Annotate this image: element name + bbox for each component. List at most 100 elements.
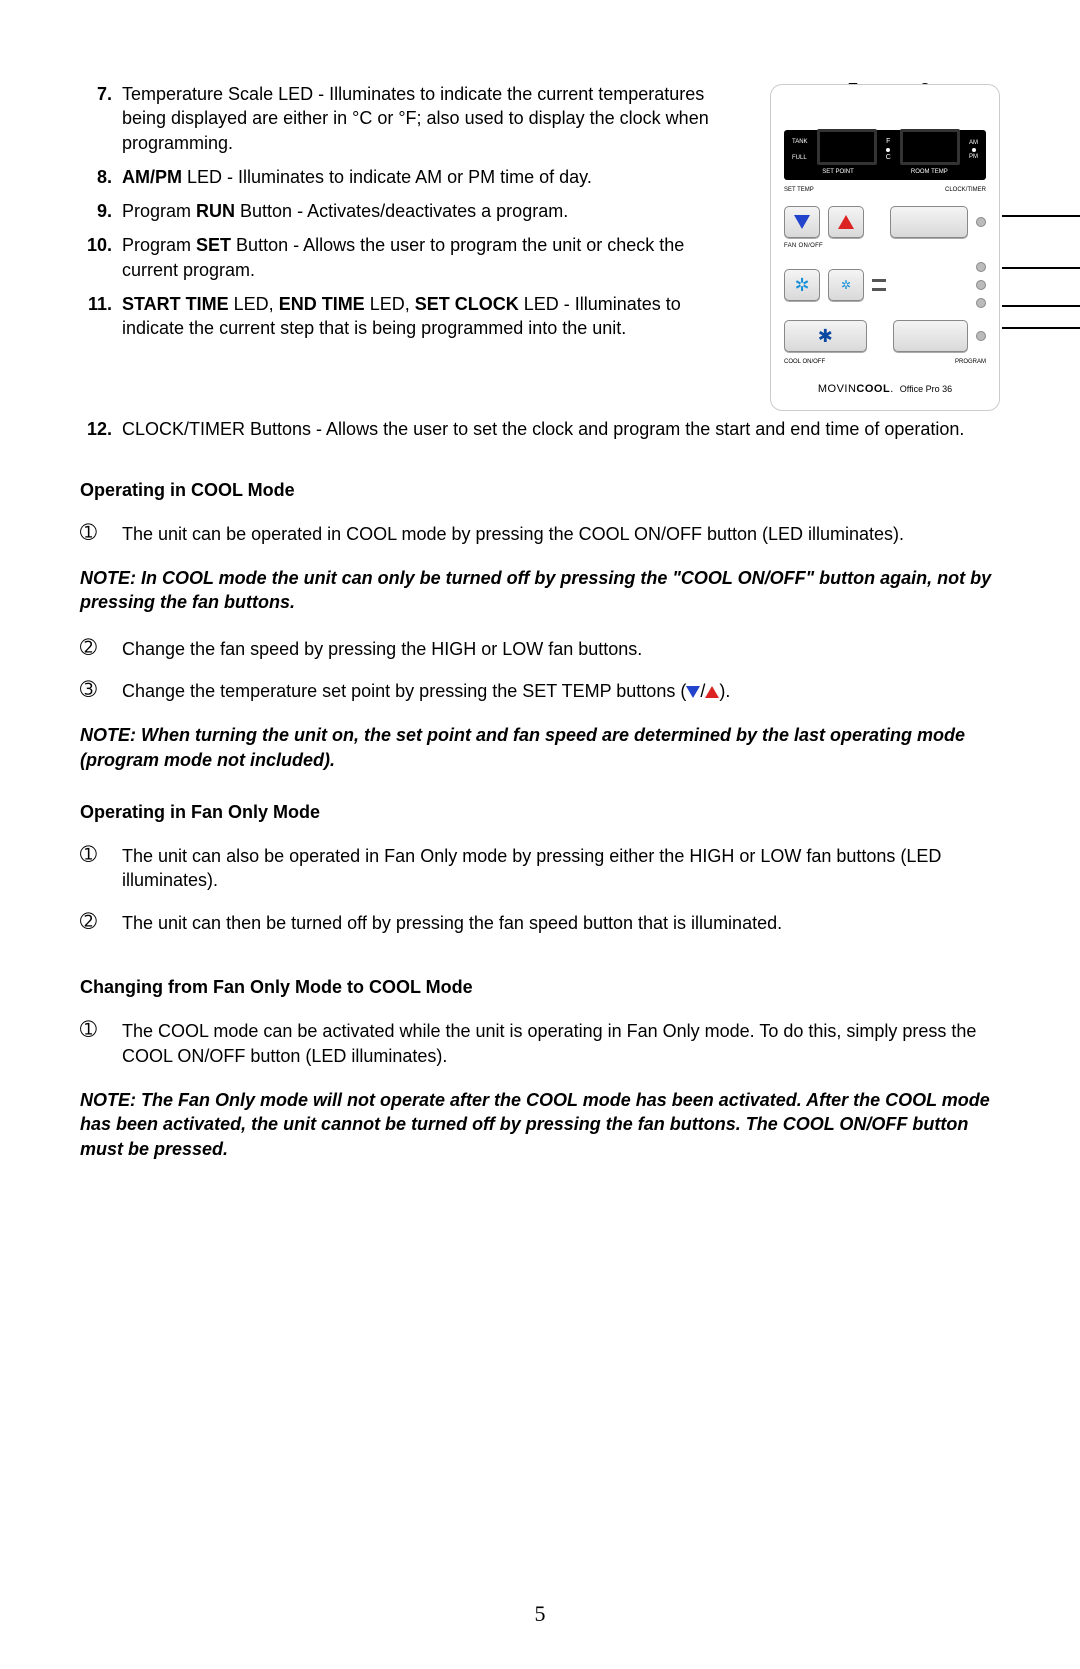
item-body: Program SET Button - Allows the user to …	[122, 233, 726, 282]
text: Program	[122, 235, 196, 255]
top-row: 7. Temperature Scale LED - Illuminates t…	[80, 80, 1000, 411]
model-name: Office Pro 36	[900, 384, 952, 394]
text: Program	[122, 201, 196, 221]
step-mark: ➀	[80, 522, 102, 546]
lcd-display: TANK FULL F C AM	[784, 130, 986, 180]
note-cool-2: NOTE: When turning the unit on, the set …	[80, 723, 1000, 772]
callout-leader	[1002, 327, 1080, 329]
clock-timer-button[interactable]	[890, 206, 968, 238]
list-item-10: 10. Program SET Button - Allows the user…	[80, 231, 726, 290]
temp-scale-leds: F C	[886, 137, 891, 163]
item-number: 10.	[80, 233, 112, 282]
item-body: Program RUN Button - Activates/deactivat…	[122, 199, 726, 223]
note-change: NOTE: The Fan Only mode will not operate…	[80, 1088, 1000, 1161]
item-number: 12.	[80, 417, 112, 441]
tank-label: TANK	[792, 137, 808, 147]
fan-speed-bars	[872, 279, 886, 291]
callout-leader	[1002, 215, 1080, 217]
step: ➀The COOL mode can be activated while th…	[80, 1013, 1000, 1080]
text: LED,	[365, 294, 415, 314]
list-item-7: 7. Temperature Scale LED - Illuminates t…	[80, 80, 726, 163]
text: ).	[719, 681, 730, 701]
triangle-up-icon	[838, 215, 854, 229]
temp-up-button[interactable]	[828, 206, 864, 238]
control-panel: TANK FULL F C AM	[770, 84, 1000, 411]
step-mark: ➀	[80, 844, 102, 893]
item-body: AM/PM LED - Illuminates to indicate AM o…	[122, 165, 726, 189]
fan-steps: ➀The unit can also be operated in Fan On…	[80, 838, 1000, 947]
control-panel-figure: 7 8 12 11 9 10	[750, 80, 1000, 411]
ampm-leds: AM PM	[969, 139, 978, 161]
item-number: 9.	[80, 199, 112, 223]
cool-onoff-button[interactable]: ✱	[784, 320, 867, 352]
page-number: 5	[0, 1599, 1080, 1629]
callout-9: 9	[1002, 294, 1080, 318]
step-text: The unit can be operated in COOL mode by…	[122, 522, 1000, 546]
callout-leader	[1002, 267, 1080, 269]
step: ➁ The unit can then be turned off by pres…	[80, 905, 1000, 947]
fan-icon: ✲	[841, 277, 851, 293]
am-led-label: AM	[969, 139, 978, 147]
temp-down-button[interactable]	[784, 206, 820, 238]
step-text: The COOL mode can be activated while the…	[122, 1019, 1000, 1068]
triangle-down-icon	[686, 686, 700, 698]
text: Button - Activates/deactivates a program…	[235, 201, 568, 221]
change-steps: ➀The COOL mode can be activated while th…	[80, 1013, 1000, 1080]
setpoint-display	[817, 129, 877, 165]
text: Change the temperature set point by pres…	[122, 681, 686, 701]
step-mark: ➁	[80, 911, 102, 935]
roomtemp-display	[900, 129, 960, 165]
fan-icon: ✲	[794, 273, 809, 297]
button-row-temp	[784, 206, 986, 238]
step: ➁Change the fan speed by pressing the HI…	[80, 631, 1000, 673]
c-led-label: C	[886, 153, 891, 163]
section-heading-cool: Operating in COOL Mode	[80, 478, 1000, 502]
callout-leader	[1002, 305, 1080, 307]
pm-led-label: PM	[969, 153, 978, 161]
snowflake-icon: ✱	[818, 324, 833, 348]
list-item-11: 11. START TIME LED, END TIME LED, SET CL…	[80, 290, 726, 349]
item-body: START TIME LED, END TIME LED, SET CLOCK …	[122, 292, 726, 341]
item-number: 11.	[80, 292, 112, 341]
brand-movin: MOVIN	[818, 383, 857, 395]
callout-12: 12	[1002, 204, 1080, 228]
clocktimer-label: CLOCK/TIMER	[945, 186, 986, 194]
step-text: Change the temperature set point by pres…	[122, 679, 1000, 703]
note-cool-1: NOTE: In COOL mode the unit can only be …	[80, 566, 1000, 615]
bold: START TIME	[122, 294, 229, 314]
settemp-label: SET TEMP	[784, 186, 814, 194]
step-text: Change the fan speed by pressing the HIG…	[122, 637, 1000, 661]
clock-timer-led	[976, 217, 986, 227]
item-body: Temperature Scale LED - Illuminates to i…	[122, 82, 726, 155]
program-set-button[interactable]	[893, 320, 968, 352]
item-number: 8.	[80, 165, 112, 189]
program-label: PROGRAM	[955, 358, 986, 366]
fan-low-button[interactable]: ✲	[828, 269, 864, 301]
step-text: The unit can then be turned off by press…	[122, 911, 1000, 935]
fanonoff-label: FAN ON/OFF	[784, 242, 986, 250]
step-mark: ➂	[80, 679, 102, 703]
coolonoff-label: COOL ON/OFF	[784, 358, 825, 366]
cool-steps: ➀ The unit can be operated in COOL mode b…	[80, 516, 1000, 558]
bold: AM/PM	[122, 167, 182, 187]
fan-high-button[interactable]: ✲	[784, 269, 820, 301]
program-run-led	[976, 331, 986, 341]
triangle-up-icon	[705, 686, 719, 698]
brand-line: MOVINCOOL.Office Pro 36	[784, 382, 986, 397]
led-dot	[972, 148, 976, 152]
section-heading-fan: Operating in Fan Only Mode	[80, 800, 1000, 824]
bold: RUN	[196, 201, 235, 221]
program-leds	[976, 262, 986, 308]
bold: END TIME	[279, 294, 365, 314]
triangle-down-icon	[794, 215, 810, 229]
button-row-fan: ✲ ✲	[784, 262, 986, 308]
item-number: 7.	[80, 82, 112, 155]
feature-list: 7. Temperature Scale LED - Illuminates t…	[80, 80, 726, 349]
bold: SET	[196, 235, 231, 255]
callout-10: 10	[1002, 316, 1080, 340]
list-item-9: 9. Program RUN Button - Activates/deacti…	[80, 197, 726, 231]
step: ➀The unit can also be operated in Fan On…	[80, 838, 1000, 905]
list-item-12: 12. CLOCK/TIMER Buttons - Allows the use…	[80, 415, 1000, 449]
text: LED,	[229, 294, 279, 314]
button-row-cool-program: ✱	[784, 320, 986, 352]
